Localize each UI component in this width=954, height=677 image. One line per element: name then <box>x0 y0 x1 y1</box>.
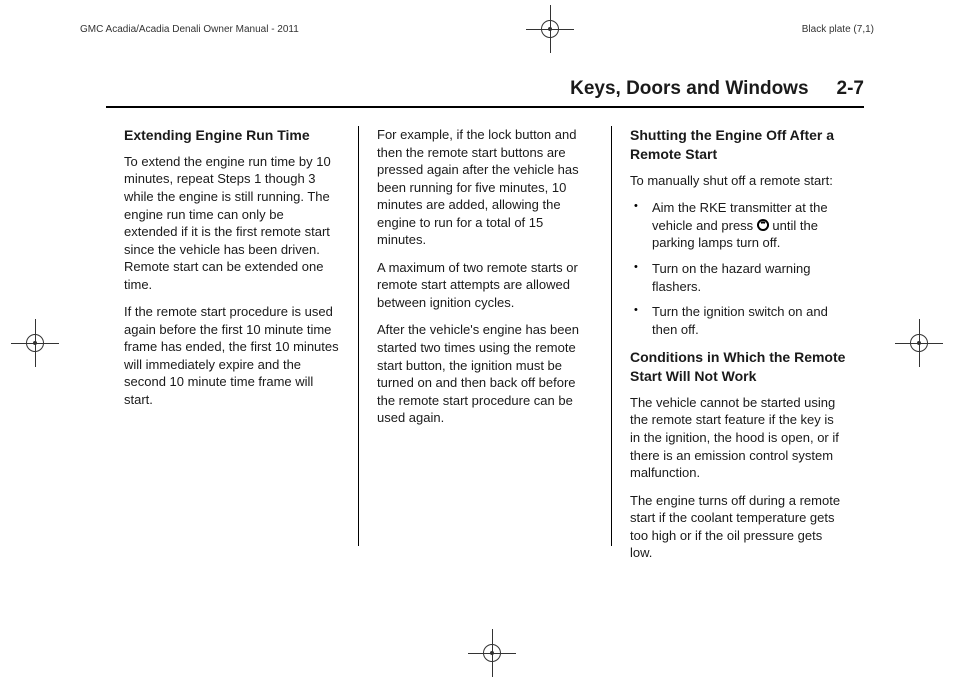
list-item: Turn on the hazard warning flashers. <box>630 260 846 295</box>
remote-start-icon <box>757 219 769 231</box>
crosshair-icon <box>483 644 501 662</box>
crosshair-icon <box>910 334 928 352</box>
col2-para: A maximum of two remote starts or remote… <box>377 259 593 312</box>
body-columns: Extending Engine Run Time To extend the … <box>106 126 864 546</box>
col2-para: For example, if the lock button and then… <box>377 126 593 249</box>
crosshair-icon <box>541 20 559 38</box>
col3-para: The vehicle cannot be started using the … <box>630 394 846 482</box>
col2-para: After the vehicle's engine has been star… <box>377 321 593 426</box>
print-meta-bar: GMC Acadia/Acadia Denali Owner Manual - … <box>80 20 874 38</box>
registration-mark-top <box>535 20 565 38</box>
section-title: Keys, Doors and Windows <box>570 78 808 100</box>
col1-heading: Extending Engine Run Time <box>124 126 340 145</box>
column-1: Extending Engine Run Time To extend the … <box>106 126 358 546</box>
col3-para: The engine turns off during a remote sta… <box>630 492 846 562</box>
section-header: Keys, Doors and Windows 2-7 <box>106 78 864 108</box>
manual-page: GMC Acadia/Acadia Denali Owner Manual - … <box>0 0 954 668</box>
col3-heading-1: Shutting the Engine Off After a Remote S… <box>630 126 846 164</box>
list-item: Aim the RKE transmitter at the vehicle a… <box>630 199 846 252</box>
col1-para: If the remote start procedure is used ag… <box>124 303 340 408</box>
col1-para: To extend the engine run time by 10 minu… <box>124 153 340 293</box>
col3-intro: To manually shut off a remote start: <box>630 172 846 190</box>
col3-heading-2: Conditions in Which the Remote Start Wil… <box>630 348 846 386</box>
column-3: Shutting the Engine Off After a Remote S… <box>611 126 864 546</box>
list-item: Turn the ignition switch on and then off… <box>630 303 846 338</box>
column-2: For example, if the lock button and then… <box>358 126 611 546</box>
plate-label: Black plate (7,1) <box>802 24 874 35</box>
crosshair-icon <box>26 334 44 352</box>
manual-title: GMC Acadia/Acadia Denali Owner Manual - … <box>80 24 299 35</box>
page-number: 2-7 <box>837 78 864 100</box>
col3-bullet-list: Aim the RKE transmitter at the vehicle a… <box>630 199 846 338</box>
